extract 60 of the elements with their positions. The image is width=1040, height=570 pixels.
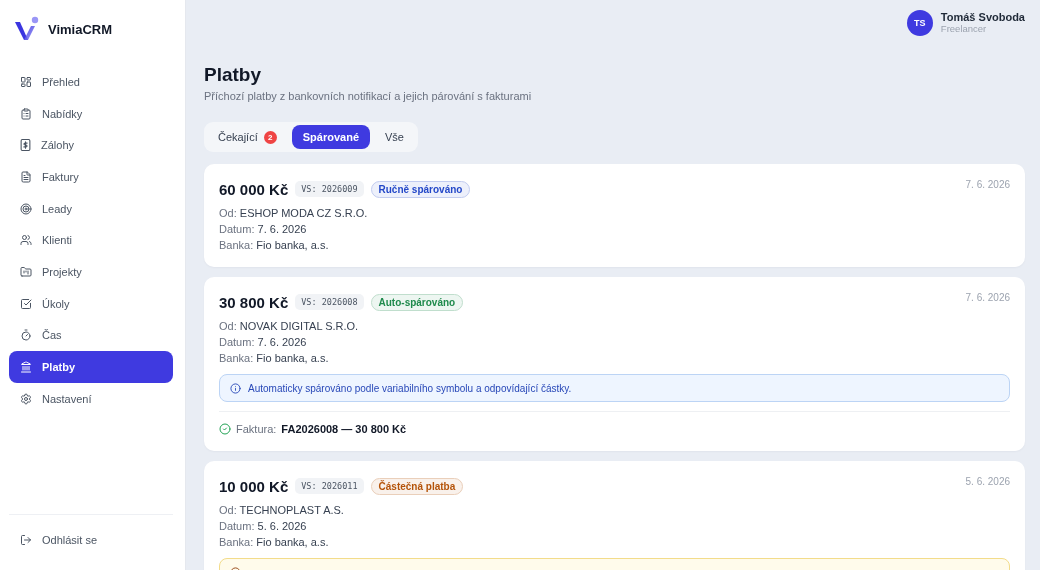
status-badge: Ručně spárováno [370, 180, 471, 198]
logout-icon [20, 534, 32, 547]
user-avatar[interactable]: TS [906, 10, 933, 36]
timer-icon [20, 329, 32, 342]
detail-line: Banka: Fio banka, a.s. [219, 238, 330, 253]
variable-symbol: VS: 2026011 [295, 478, 364, 494]
nav-item[interactable]: Nastavení [9, 382, 173, 415]
nav-item[interactable]: Přehled [9, 66, 173, 98]
filter-tab[interactable]: Spárované [291, 125, 370, 149]
payment-amount: 10 000 Kč [219, 477, 289, 495]
page-title: Platby [204, 63, 263, 87]
folder-icon [20, 265, 32, 278]
nav-item[interactable]: Klienti [9, 224, 173, 257]
nav-item[interactable]: Zálohy [9, 129, 173, 162]
count-badge: 2 [263, 130, 277, 144]
filter-tab[interactable]: Čekající 2 [207, 125, 288, 149]
status-badge: Částečná platba [370, 477, 464, 495]
checkbox-icon [20, 297, 32, 310]
payment-date: 7. 6. 2026 [965, 292, 1010, 303]
nav-item[interactable]: Projekty [9, 256, 173, 288]
page-subtitle: Příchozí platby z bankovních notifikací a jejich párování s fakturami [204, 89, 533, 103]
bank-icon [20, 361, 32, 374]
user-role: Freelancer [940, 23, 988, 35]
logout-link[interactable]: Odhlásit se [9, 524, 173, 556]
detail-line: Od: NOVAK DIGITAL S.R.O. [219, 319, 360, 334]
dashboard-icon [20, 75, 32, 88]
note-text: Automaticky spárováno podle variabilního symbolu a odpovídající částky. [248, 382, 572, 394]
nav-item[interactable]: Platby [9, 351, 173, 383]
info-icon [230, 382, 241, 394]
payment-amount: 30 800 Kč [219, 293, 289, 311]
payment-amount: 60 000 Kč [219, 180, 289, 198]
nav-item[interactable]: Čas [9, 319, 173, 352]
settings-icon [20, 392, 32, 405]
nav-item[interactable]: Úkoly [9, 287, 173, 320]
nav-item[interactable]: Leady [9, 192, 173, 225]
brand-name: VimiaCRM [48, 21, 113, 37]
nav-item[interactable]: Faktury [9, 161, 173, 193]
user-name: Tomáš Svoboda [940, 11, 1025, 23]
variable-symbol: VS: 2026009 [295, 181, 364, 197]
users-icon [20, 234, 32, 247]
document-icon [20, 170, 32, 183]
dollar-document-icon [20, 139, 31, 152]
detail-line: Datum: 7. 6. 2026 [219, 222, 308, 237]
detail-line: Datum: 5. 6. 2026 [219, 519, 308, 534]
filter-tab[interactable]: Vše [374, 125, 415, 149]
logo-icon [14, 16, 40, 42]
status-badge: Auto-spárováno [370, 293, 464, 311]
detail-line: Banka: Fio banka, a.s. [219, 535, 330, 550]
invoice-line: Faktura: FA2026008 — 30 800 Kč [236, 423, 407, 435]
detail-line: Banka: Fio banka, a.s. [219, 351, 330, 366]
variable-symbol: VS: 2026008 [295, 294, 364, 310]
detail-line: Datum: 7. 6. 2026 [219, 335, 308, 350]
nav-item[interactable]: Nabídky [9, 97, 173, 130]
clipboard-icon [20, 107, 32, 120]
detail-line: Od: ESHOP MODA CZ S.R.O. [219, 206, 369, 221]
check-circle-icon [219, 423, 231, 435]
payment-date: 5. 6. 2026 [965, 476, 1010, 487]
payment-date: 7. 6. 2026 [965, 179, 1010, 190]
detail-line: Od: TECHNOPLAST A.S. [219, 503, 345, 518]
target-icon [20, 202, 32, 215]
